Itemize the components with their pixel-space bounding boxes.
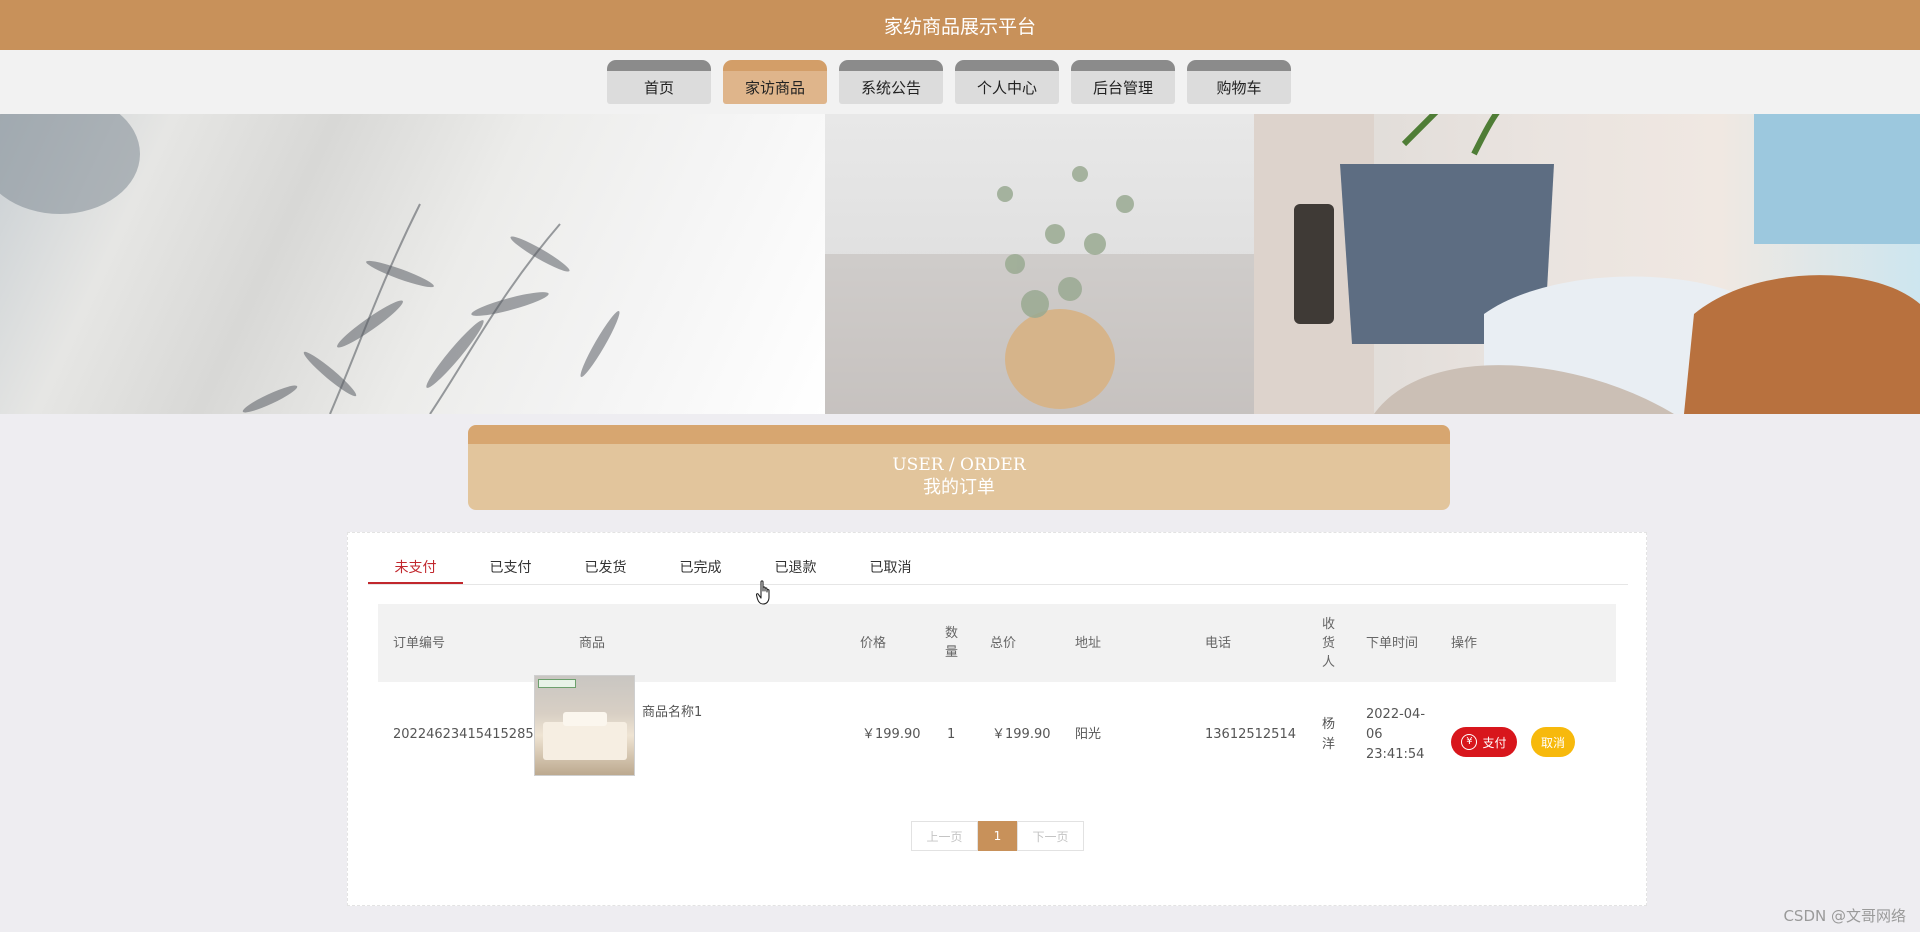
tab-cancelled[interactable]: 已取消 — [843, 553, 938, 584]
site-title: 家纺商品展示平台 — [883, 15, 1036, 38]
column-header-address: 地址 — [1075, 635, 1102, 651]
nav-item-announcements[interactable]: 系统公告 — [839, 60, 943, 104]
page-number-current[interactable]: 1 — [978, 821, 1017, 851]
banner-image-living-room — [1254, 114, 1920, 414]
column-header-product: 商品 — [579, 635, 606, 651]
address-value: 阳光 — [1075, 726, 1102, 742]
section-title-en: USER / ORDER — [892, 455, 1026, 475]
section-title-banner: USER / ORDER 我的订单 — [468, 425, 1450, 510]
section-title-cn: 我的订单 — [923, 477, 995, 498]
pillow-illustration — [563, 712, 607, 726]
price-value: ￥199.90 — [862, 726, 921, 742]
orders-card: 未支付 已支付 已发货 已完成 已退款 已取消 订单编号 商品 价格 数量 总价… — [347, 532, 1647, 906]
plant-basket-illustration — [825, 166, 1255, 414]
tab-completed[interactable]: 已完成 — [653, 553, 748, 584]
top-header-bar: 家纺商品展示平台 — [0, 0, 1920, 50]
banner-image-bamboo-bedding — [0, 114, 825, 414]
column-header-phone: 电话 — [1205, 635, 1232, 651]
total-value: ￥199.90 — [992, 726, 1051, 742]
order-status-tabs: 未支付 已支付 已发货 已完成 已退款 已取消 — [368, 553, 1628, 585]
qty-value: 1 — [947, 726, 956, 742]
tab-shipped[interactable]: 已发货 — [558, 553, 653, 584]
order-time-value: 2022-04-06 23:41:54 — [1366, 706, 1426, 762]
nav-item-home[interactable]: 首页 — [607, 60, 711, 104]
bed-illustration — [543, 722, 627, 760]
column-header-actions: 操作 — [1451, 635, 1478, 651]
product-name[interactable]: 商品名称1 — [642, 701, 702, 720]
yen-icon: ¥ — [1461, 734, 1478, 750]
banner-carousel[interactable] — [0, 114, 1920, 414]
phone-value: 13612512514 — [1205, 726, 1296, 742]
column-header-order-no: 订单编号 — [393, 635, 446, 651]
nav-item-user-center[interactable]: 个人中心 — [955, 60, 1059, 104]
cancel-order-button[interactable]: 取消 — [1531, 727, 1575, 757]
nav-item-products[interactable]: 家访商品 — [723, 60, 827, 104]
brand-logo-badge — [538, 679, 576, 688]
product-thumbnail[interactable] — [534, 675, 635, 776]
nav-item-admin[interactable]: 后台管理 — [1071, 60, 1175, 104]
prev-page-button[interactable]: 上一页 — [911, 821, 978, 851]
bamboo-leaves-illustration — [0, 114, 620, 414]
receiver-value: 杨洋 — [1322, 716, 1336, 752]
column-header-time: 下单时间 — [1366, 635, 1419, 651]
living-room-illustration — [1254, 114, 1920, 414]
banner-image-plant-basket — [825, 114, 1255, 414]
tab-unpaid[interactable]: 未支付 — [368, 553, 463, 584]
main-nav: 首页 家访商品 系统公告 个人中心 后台管理 购物车 — [0, 50, 1920, 114]
pagination: 上一页 1 下一页 — [911, 821, 1084, 851]
column-header-total: 总价 — [990, 635, 1017, 651]
table-header: 订单编号 商品 价格 数量 总价 地址 电话 收货人 下单时间 操作 — [378, 604, 1616, 682]
tab-paid[interactable]: 已支付 — [463, 553, 558, 584]
column-header-price: 价格 — [860, 635, 887, 651]
column-header-qty: 数量 — [945, 626, 959, 660]
watermark: CSDN @文哥网络 — [1783, 907, 1906, 925]
nav-item-cart[interactable]: 购物车 — [1187, 60, 1291, 104]
pay-button[interactable]: ¥ 支付 — [1451, 727, 1517, 757]
hand-cursor-icon — [756, 580, 770, 605]
next-page-button[interactable]: 下一页 — [1017, 821, 1084, 851]
pay-button-label: 支付 — [1482, 735, 1507, 750]
column-header-receiver: 收货人 — [1322, 616, 1336, 670]
